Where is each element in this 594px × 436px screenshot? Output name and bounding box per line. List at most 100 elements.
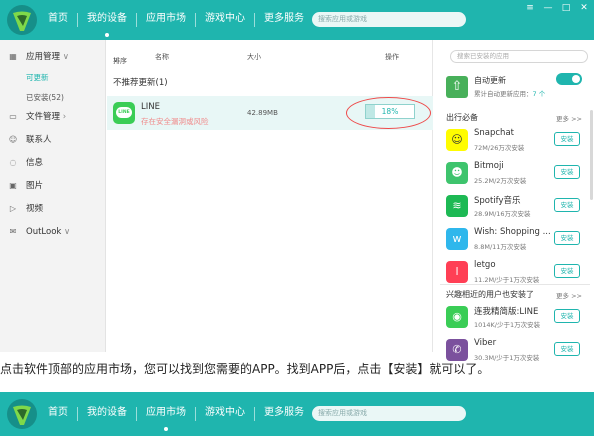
install-button[interactable]: 安装	[554, 198, 580, 212]
auto-update-icon: ⇧	[446, 76, 468, 98]
sidebar-item-app-management[interactable]: ▦ 应用管理 ∨	[0, 46, 106, 68]
nav-more-services[interactable]: 更多服务	[264, 0, 304, 40]
chevron-right-icon: ›	[62, 112, 67, 122]
sidebar-item-contacts[interactable]: ☺ 联系人	[0, 129, 106, 151]
search-input[interactable]: 搜索应用或游戏	[312, 12, 466, 27]
sidebar-subitem-updatable[interactable]: 可更新	[26, 72, 49, 83]
spotify-icon: ≋	[446, 195, 468, 217]
nav-divider	[254, 407, 255, 421]
install-button[interactable]: 安装	[554, 165, 580, 179]
sidebar-item-file-management[interactable]: ▭ 文件管理 ›	[0, 106, 106, 128]
bitmoji-icon: ☻	[446, 162, 468, 184]
table-header: 排序 ∨ 名称 大小 操作	[113, 53, 399, 65]
sidebar-subitem-installed[interactable]: 已安装(52)	[26, 92, 64, 103]
nav-home[interactable]: 首页	[48, 0, 68, 40]
install-button[interactable]: 安装	[554, 309, 580, 323]
app-name: 连我精简版:LINE	[474, 307, 539, 317]
video-icon: ▷	[9, 204, 17, 213]
nav-divider	[136, 407, 137, 421]
maximize-icon[interactable]: □	[560, 2, 572, 14]
caption-text: 点击软件顶部的应用市场，您可以找到您需要的APP。找到APP后，点击【安装】就可…	[0, 362, 490, 376]
close-icon[interactable]: ✕	[578, 2, 590, 14]
nav-more-services[interactable]: 更多服务	[264, 394, 304, 434]
update-list-panel: 排序 ∨ 名称 大小 操作 不推荐更新(1) LINE LINE 存在安全漏洞或…	[107, 40, 433, 352]
install-button[interactable]: 安装	[554, 264, 580, 278]
nav-divider	[195, 13, 196, 27]
letgo-icon: l	[446, 261, 468, 283]
section-title-travel: 出行必备	[446, 113, 478, 122]
grid-icon: ▦	[9, 52, 17, 61]
app-name: Viber	[474, 338, 497, 348]
line-lite-icon: ◉	[446, 306, 468, 328]
column-header-action: 操作	[385, 53, 399, 61]
settings-menu-icon[interactable]: ≡	[524, 2, 536, 14]
chevron-down-icon: ∨	[64, 227, 71, 237]
column-header-name: 名称	[155, 53, 169, 61]
nav-my-devices[interactable]: 我的设备	[87, 0, 127, 40]
more-link[interactable]: 更多 >>	[556, 290, 582, 300]
nav-divider	[77, 407, 78, 421]
list-item[interactable]: w Wish: Shopping ... 8.8M/11万次安装 安装	[434, 225, 594, 255]
nav-game-center[interactable]: 游戏中心	[205, 0, 245, 40]
app-name: Spotify音乐	[474, 196, 521, 206]
line-app-icon: LINE	[113, 102, 135, 124]
app-meta: 11.2M/少于1万次安装	[474, 276, 540, 284]
install-button[interactable]: 安装	[554, 132, 580, 146]
minimize-icon[interactable]: —	[542, 2, 554, 14]
main-nav: 首页 我的设备 应用市场 游戏中心 更多服务	[48, 0, 322, 40]
main-nav: 首页 我的设备 应用市场 游戏中心 更多服务	[48, 394, 322, 434]
top-navigation-bar: 首页 我的设备 应用市场 游戏中心 更多服务 搜索应用或游戏	[0, 392, 594, 436]
installed-search-input[interactable]: 搜索已安装的应用	[450, 50, 588, 63]
app-name: Bitmoji	[474, 161, 504, 171]
nav-app-market[interactable]: 应用市场	[146, 394, 186, 434]
sidebar-item-label: OutLook	[26, 227, 62, 237]
auto-update-toggle[interactable]	[556, 73, 582, 85]
sidebar-item-pictures[interactable]: ▣ 图片	[0, 175, 106, 197]
nav-my-devices[interactable]: 我的设备	[87, 394, 127, 434]
message-icon: ◌	[9, 158, 17, 167]
sidebar-item-label: 视频	[26, 204, 44, 214]
snapchat-icon: ☺	[446, 129, 468, 151]
person-icon: ☺	[8, 135, 18, 144]
nav-game-center[interactable]: 游戏中心	[205, 394, 245, 434]
toggle-knob	[572, 75, 580, 83]
list-item[interactable]: ☺ Snapchat 72M/26万次安装 安装	[434, 126, 594, 156]
sidebar-item-label: 信息	[26, 158, 44, 168]
column-header-size: 大小	[247, 53, 261, 61]
nav-divider	[254, 13, 255, 27]
list-item[interactable]: ☻ Bitmoji 25.2M/2万次安装 安装	[434, 159, 594, 189]
highlight-circle	[346, 97, 431, 129]
sidebar-item-label: 图片	[26, 181, 44, 191]
sidebar-item-messages[interactable]: ◌ 信息	[0, 152, 106, 174]
install-button[interactable]: 安装	[554, 342, 580, 356]
chevron-down-icon: ∨	[62, 52, 69, 62]
folder-icon: ▭	[9, 112, 17, 121]
more-link[interactable]: 更多 >>	[556, 113, 582, 123]
top-navigation-bar: 首页 我的设备 应用市场 游戏中心 更多服务 搜索应用或游戏 ≡ — □ ✕	[0, 0, 594, 40]
picture-icon: ▣	[9, 181, 17, 190]
sidebar-item-label: 应用管理	[26, 52, 61, 62]
app-meta: 28.9M/16万次安装	[474, 210, 531, 218]
scrollbar[interactable]	[590, 110, 593, 200]
app-logo-icon	[7, 399, 37, 429]
app-logo-icon	[7, 5, 37, 35]
nav-app-market[interactable]: 应用市场	[146, 0, 186, 40]
nav-divider	[195, 407, 196, 421]
sidebar-item-label: 文件管理	[26, 112, 61, 122]
nav-home[interactable]: 首页	[48, 394, 68, 434]
install-button[interactable]: 安装	[554, 231, 580, 245]
app-name: LINE	[141, 102, 160, 112]
recommendation-panel: 搜索已安装的应用 ⇧ 自动更新 累计自动更新应用：7 个 出行必备 更多 >> …	[434, 40, 594, 362]
sidebar-item-label: 联系人	[26, 135, 52, 145]
auto-update-title: 自动更新	[474, 76, 506, 85]
list-item[interactable]: ≋ Spotify音乐 28.9M/16万次安装 安装	[434, 192, 594, 222]
chevron-down-icon: ∨	[113, 56, 119, 64]
auto-update-count[interactable]: 7 个	[533, 90, 546, 98]
search-input[interactable]: 搜索应用或游戏	[312, 406, 466, 421]
nav-divider	[136, 13, 137, 27]
list-item[interactable]: ◉ 连我精简版:LINE 1014K/少于1万次安装 安装	[434, 303, 594, 333]
sidebar-item-outlook[interactable]: ✉ OutLook ∨	[0, 221, 106, 243]
sidebar-item-videos[interactable]: ▷ 视频	[0, 198, 106, 220]
auto-update-summary: 累计自动更新应用：7 个	[474, 90, 546, 98]
security-warning: 存在安全漏洞或风险	[141, 117, 209, 126]
